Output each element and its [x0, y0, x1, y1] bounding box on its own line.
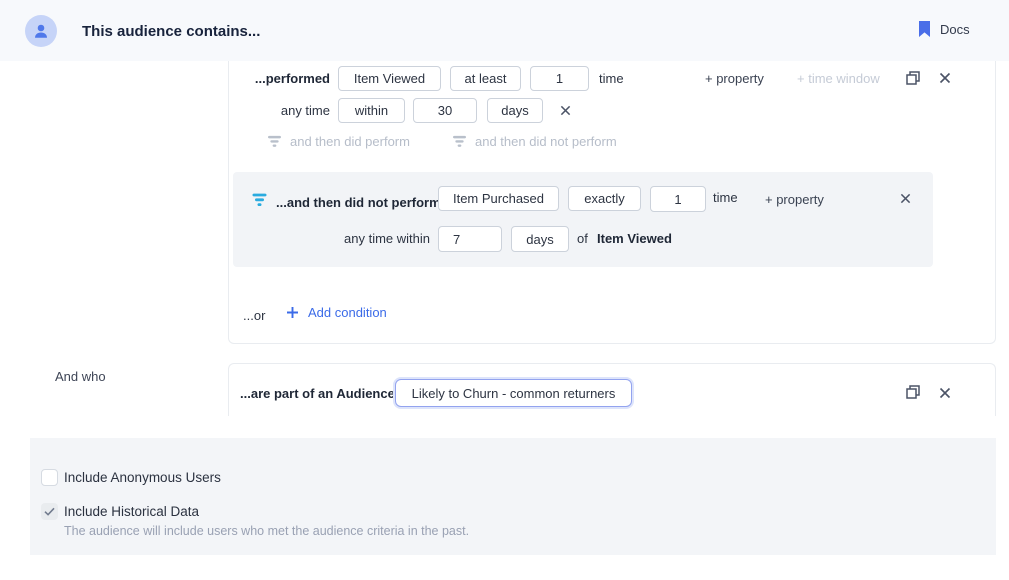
- remove-time-window-button[interactable]: [560, 105, 571, 116]
- then-did-not-perform-option[interactable]: and then did not perform: [452, 134, 617, 149]
- page-title: This audience contains...: [82, 23, 260, 40]
- funnel-icon: [452, 135, 467, 148]
- performed-label: ...performed: [228, 71, 330, 86]
- duplicate-icon: [905, 70, 921, 86]
- then-operator-select[interactable]: exactly: [568, 186, 641, 211]
- and-who-connector: And who: [55, 369, 106, 384]
- count-input[interactable]: [530, 66, 589, 91]
- header: This audience contains... Docs: [0, 0, 1009, 61]
- then-event-select[interactable]: Item Purchased: [438, 186, 559, 211]
- funnel-icon-active: [251, 193, 268, 207]
- close-icon: [560, 105, 571, 116]
- time-unit-select[interactable]: days: [487, 98, 543, 123]
- reference-event-label: Item Viewed: [597, 231, 672, 246]
- of-label: of: [577, 231, 588, 246]
- check-icon: [44, 507, 55, 516]
- include-anonymous-label[interactable]: Include Anonymous Users: [64, 470, 221, 485]
- then-did-perform-option[interactable]: and then did perform: [267, 134, 410, 149]
- then-time-unit-select[interactable]: days: [511, 226, 569, 252]
- plus-icon: [286, 306, 299, 319]
- include-anonymous-checkbox[interactable]: [41, 469, 58, 486]
- include-historical-checkbox[interactable]: [41, 503, 58, 520]
- then-count-input[interactable]: [650, 186, 706, 212]
- docs-label: Docs: [940, 22, 970, 37]
- person-icon: [32, 22, 50, 40]
- then-count-unit-label: time: [713, 190, 738, 205]
- then-did-perform-label: and then did perform: [290, 134, 410, 149]
- then-time-value-input[interactable]: [438, 226, 502, 252]
- then-add-property-button[interactable]: + property: [765, 192, 824, 207]
- duplicate-condition-button[interactable]: [905, 70, 921, 86]
- docs-link[interactable]: Docs: [918, 21, 970, 37]
- audience-builder-page: This audience contains... Docs ...perfor…: [0, 0, 1009, 580]
- add-condition-button[interactable]: Add condition: [286, 305, 387, 320]
- add-time-window-button[interactable]: + time window: [797, 71, 880, 86]
- then-time-window-label: any time within: [280, 231, 430, 246]
- audience-select[interactable]: Likely to Churn - common returners: [395, 379, 632, 407]
- close-icon: [900, 193, 911, 204]
- then-did-not-perform-label: and then did not perform: [475, 134, 617, 149]
- remove-condition-button[interactable]: [939, 72, 951, 84]
- remove-audience-condition-button[interactable]: [939, 387, 951, 399]
- add-property-button[interactable]: + property: [705, 71, 764, 86]
- then-remove-button[interactable]: [900, 193, 911, 204]
- event-select[interactable]: Item Viewed: [338, 66, 441, 91]
- operator-select[interactable]: at least: [450, 66, 521, 91]
- time-window-label: any time: [228, 103, 330, 118]
- time-value-input[interactable]: [413, 98, 477, 123]
- or-label: ...or: [243, 308, 265, 323]
- duplicate-audience-condition-button[interactable]: [905, 384, 921, 400]
- time-operator-select[interactable]: within: [338, 98, 405, 123]
- duplicate-icon: [905, 384, 921, 400]
- close-icon: [939, 387, 951, 399]
- include-historical-description: The audience will include users who met …: [64, 524, 469, 538]
- add-condition-label: Add condition: [308, 305, 387, 320]
- funnel-icon: [267, 135, 282, 148]
- count-unit-label: time: [599, 71, 624, 86]
- audience-condition-label: ...are part of an Audience: [240, 386, 395, 401]
- then-condition-label: ...and then did not perform: [276, 195, 441, 210]
- close-icon: [939, 72, 951, 84]
- funnel-icon: [251, 193, 268, 207]
- avatar: [25, 15, 57, 47]
- include-historical-label[interactable]: Include Historical Data: [64, 504, 199, 519]
- bookmark-icon: [918, 21, 931, 37]
